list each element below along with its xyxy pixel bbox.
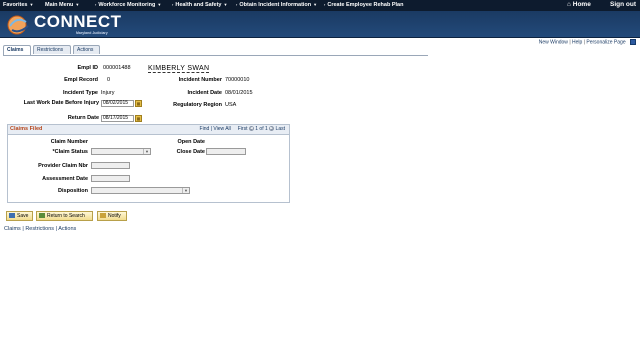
page-utility-links: New Window | Help | Personalize Page [539,39,636,45]
chevron-down-icon: ▼ [223,2,228,7]
empl-record-value: 0 [107,77,111,83]
maryland-seal-icon [7,15,29,35]
incident-number-label: Incident Number [178,77,222,83]
favorites-label: Favorites [3,2,28,8]
claims-filed-header: Claims Filed Find | View All First ◀ 1 o… [8,125,289,135]
breadcrumb-obtain-incident[interactable]: › Obtain Incident Information ▼ [236,2,317,8]
claims-link[interactable]: Claims [4,226,21,232]
empl-id-value: 000001488 [103,65,131,71]
home-icon: ⌂ [567,1,571,8]
save-icon [9,213,15,219]
return-date-input[interactable]: 08/17/2015 [101,115,134,122]
assessment-date-label: Assessment Date [42,176,88,182]
notify-button-label: Notify [108,213,121,219]
home-label: Home [572,1,591,8]
new-window-link[interactable]: New Window [539,39,568,45]
home-link[interactable]: ⌂ Home [567,1,591,8]
chevron-down-icon: ▼ [157,2,162,7]
chevron-right-icon: › [324,2,326,7]
app-logo-subtitle: Maryland Judiciary [76,31,108,35]
open-date-label: Open Date [177,139,205,145]
return-to-search-label: Return to Search [47,213,85,219]
find-link[interactable]: Find [200,126,210,132]
return-date-label: Return Date [67,115,99,121]
main-menu-label: Main Menu [45,2,74,8]
chevron-down-icon: ▼ [313,2,318,7]
chevron-down-icon: ▼ [143,149,150,154]
last-work-date-input[interactable]: 08/02/2015 [101,100,134,107]
create-rehab-label: Create Employee Rehab Plan [327,2,404,8]
main-menu[interactable]: Main Menu ▼ [45,2,79,8]
top-nav-bar: Favorites ▼ Main Menu ▼ › Workforce Monitor… [0,0,640,11]
health-safety-label: Health and Safety [175,2,222,8]
tab-divider [3,55,428,56]
sign-out-link[interactable]: Sign out [610,1,636,8]
chevron-down-icon: ▼ [29,2,34,7]
claim-status-select[interactable]: ▼ [91,148,151,155]
calendar-icon[interactable]: ▦ [135,100,142,107]
bottom-tab-links: Claims | Restrictions | Actions [4,226,77,232]
calendar-icon[interactable]: ▦ [135,115,142,122]
breadcrumb-create-rehab[interactable]: › Create Employee Rehab Plan [324,2,403,8]
chevron-down-icon: ▼ [182,188,189,193]
incident-date-label: Incident Date [187,90,222,96]
close-date-input[interactable] [206,148,246,155]
incident-number-value: 70000010 [225,77,250,83]
provider-claim-label: Provider Claim Nbr [38,163,88,169]
incident-type-label: Incident Type [62,90,98,96]
view-all-link[interactable]: View All [213,126,230,132]
chevron-down-icon: ▼ [75,2,80,7]
workforce-monitoring-label: Workforce Monitoring [98,2,156,8]
notify-button[interactable]: Notify [97,211,127,221]
favorites-menu[interactable]: Favorites ▼ [3,2,33,8]
claim-status-label: *Claim Status [52,149,88,155]
previous-icon[interactable]: ◀ [248,126,254,132]
claim-number-label: Claim Number [50,139,88,145]
help-link[interactable]: Help [572,39,582,45]
last-label: Last [275,126,285,132]
grid-icon[interactable] [630,39,636,45]
return-icon [39,213,45,219]
save-button-label: Save [17,213,29,219]
restrictions-link[interactable]: Restrictions [25,226,54,232]
personalize-page-link[interactable]: Personalize Page [586,39,625,45]
empl-record-label: Empl Record [64,77,98,83]
close-date-label: Close Date [176,149,205,155]
chevron-right-icon: › [236,2,238,7]
claims-filed-title: Claims Filed [10,126,43,132]
envelope-icon [100,213,106,219]
tab-restrictions[interactable]: Restrictions [33,45,71,54]
last-work-date-label: Last Work Date Before Injury [23,100,99,106]
claims-filed-nav: Find | View All First ◀ 1 of 1 ▶ Last [199,126,285,132]
incident-date-value: 08/01/2015 [225,90,253,96]
breadcrumb-workforce-monitoring[interactable]: › Workforce Monitoring ▼ [95,2,161,8]
tab-actions[interactable]: Actions [73,45,100,54]
next-icon[interactable]: ▶ [269,126,275,132]
breadcrumb-health-safety[interactable]: › Health and Safety ▼ [172,2,227,8]
empl-id-label: Empl ID [77,65,98,71]
assessment-date-input[interactable] [91,175,130,182]
incident-type-value: Injury [101,90,115,96]
chevron-right-icon: › [95,2,97,7]
return-to-search-button[interactable]: Return to Search [36,211,93,221]
provider-claim-input[interactable] [91,162,130,169]
regulatory-region-label: Regulatory Region [173,102,222,108]
disposition-label: Disposition [58,188,88,194]
save-button[interactable]: Save [6,211,33,221]
chevron-right-icon: › [172,2,174,7]
row-count: 1 of 1 [255,126,268,132]
regulatory-region-value: USA [225,102,237,108]
disposition-select[interactable]: ▼ [91,187,190,194]
first-label: First [237,126,248,132]
actions-link[interactable]: Actions [58,226,76,232]
app-logo: CONNECT [34,12,122,31]
obtain-incident-label: Obtain Incident Information [239,2,312,8]
employee-name[interactable]: KIMBERLY SWAN [148,65,210,73]
